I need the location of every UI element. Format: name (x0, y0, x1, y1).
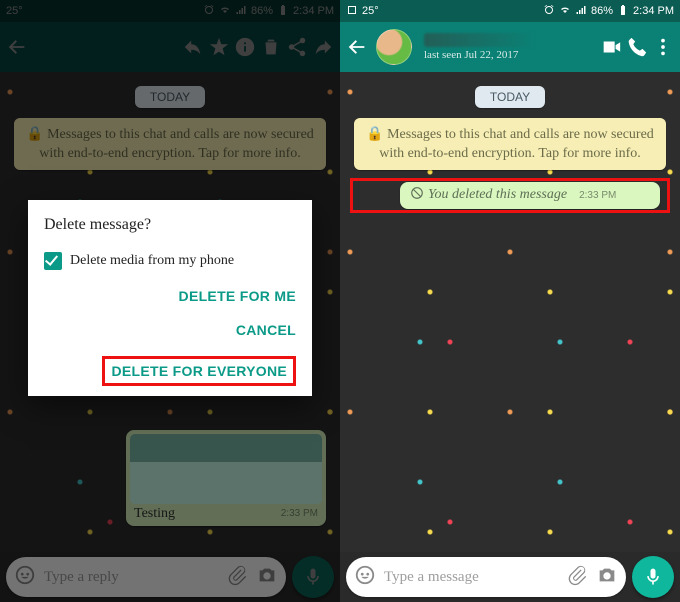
date-chip: TODAY (475, 86, 545, 108)
deleted-message-bubble[interactable]: You deleted this message 2:33 PM (400, 182, 660, 209)
delete-for-me-button[interactable]: DELETE FOR ME (179, 288, 296, 304)
mic-button[interactable] (632, 556, 674, 598)
screenshot-right: 25° 86% 2:34 PM last seen Jul 22, 2017 T… (340, 0, 680, 602)
chat-toolbar: last seen Jul 22, 2017 (340, 22, 680, 72)
voice-call-icon[interactable] (626, 36, 648, 58)
last-seen-text: last seen Jul 22, 2017 (424, 49, 534, 61)
delete-for-everyone-button[interactable]: DELETE FOR EVERYONE (102, 356, 296, 386)
delete-media-checkbox-row[interactable]: Delete media from my phone (44, 252, 296, 270)
alarm-icon (543, 4, 555, 19)
signal-icon (575, 4, 587, 19)
input-placeholder: Type a message (384, 569, 558, 586)
checkbox-checked-icon[interactable] (44, 252, 62, 270)
camera-icon[interactable] (596, 564, 618, 591)
more-icon[interactable] (652, 36, 674, 58)
chat-area[interactable]: TODAY 🔒 Messages to this chat and calls … (340, 72, 680, 552)
status-bar: 25° 86% 2:34 PM (340, 0, 680, 22)
dialog-title: Delete message? (44, 216, 296, 234)
screenshot-icon (346, 4, 358, 19)
checkbox-label: Delete media from my phone (70, 253, 234, 269)
input-bar: Type a message (340, 552, 680, 602)
battery-percent: 86% (591, 5, 613, 17)
highlight-annotation: You deleted this message 2:33 PM (352, 180, 668, 211)
battery-icon (617, 4, 629, 19)
encryption-text: Messages to this chat and calls are now … (379, 127, 654, 161)
back-icon[interactable] (346, 36, 368, 58)
status-temperature: 25° (362, 5, 379, 17)
encryption-notice[interactable]: 🔒 Messages to this chat and calls are no… (354, 118, 666, 170)
delete-dialog: Delete message? Delete media from my pho… (28, 200, 312, 396)
deleted-message-text: You deleted this message (428, 187, 567, 203)
attach-icon[interactable] (566, 564, 588, 591)
lock-icon: 🔒 (366, 125, 383, 141)
message-timestamp: 2:33 PM (579, 190, 616, 201)
wifi-icon (559, 4, 571, 19)
screenshot-left: 25° 86% 2:34 PM TODAY 🔒 Messages to this… (0, 0, 340, 602)
message-input[interactable]: Type a message (346, 557, 626, 597)
emoji-icon[interactable] (354, 564, 376, 591)
cancel-button[interactable]: CANCEL (236, 322, 296, 338)
blocked-icon (410, 186, 424, 205)
contact-header[interactable]: last seen Jul 22, 2017 (424, 33, 534, 61)
status-time: 2:34 PM (633, 5, 674, 17)
contact-avatar[interactable] (376, 29, 412, 65)
contact-name-redacted (424, 33, 534, 47)
video-call-icon[interactable] (600, 36, 622, 58)
